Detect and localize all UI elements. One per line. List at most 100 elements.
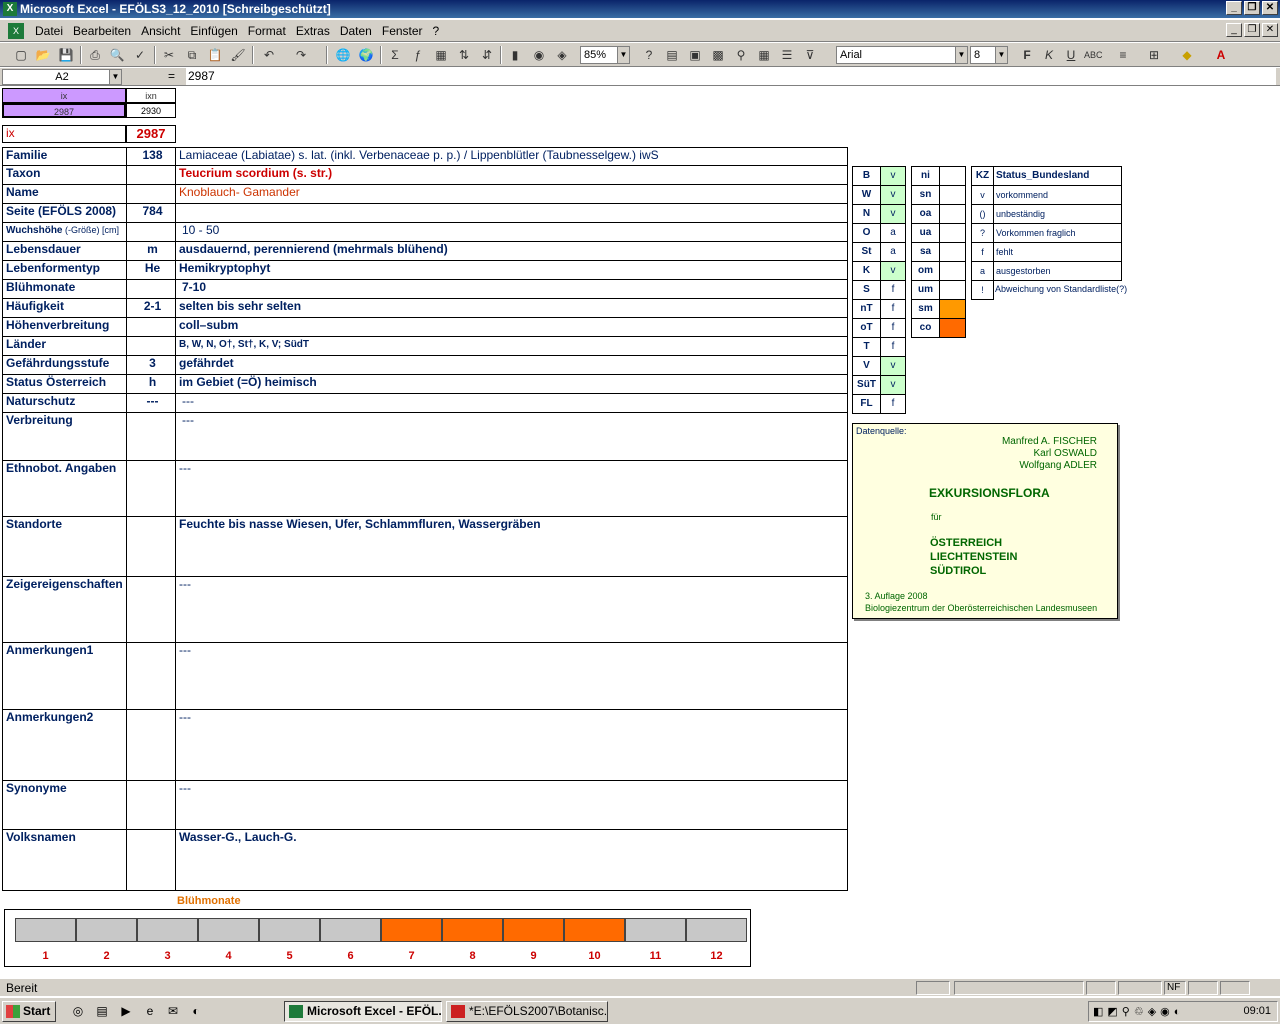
restore-button[interactable]: ❐ bbox=[1244, 1, 1260, 15]
underline-icon[interactable]: U bbox=[1062, 46, 1080, 64]
grid-icon[interactable]: ▦ bbox=[755, 46, 773, 64]
row-code[interactable]: 138 bbox=[126, 147, 176, 166]
paste-function-icon[interactable]: ▦ bbox=[432, 46, 450, 64]
row-value[interactable]: Lamiaceae (Labiatae) s. lat. (inkl. Verb… bbox=[175, 147, 848, 166]
row-value[interactable]: --- bbox=[175, 576, 848, 643]
open-icon[interactable]: 📂 bbox=[34, 46, 52, 64]
doc-minimize-button[interactable]: _ bbox=[1226, 23, 1242, 37]
ixn-value-cell[interactable]: 2930 bbox=[126, 103, 176, 118]
row-code[interactable] bbox=[126, 165, 176, 185]
state-value[interactable]: f bbox=[880, 394, 906, 414]
state-value[interactable]: f bbox=[880, 299, 906, 319]
row-label[interactable]: Wuchshöhe (-Größe) [cm] bbox=[2, 222, 127, 242]
redo-icon[interactable]: ↷ bbox=[292, 46, 310, 64]
row-code[interactable]: He bbox=[126, 260, 176, 280]
calendar-icon[interactable]: ▩ bbox=[709, 46, 727, 64]
row-label[interactable]: Name bbox=[2, 184, 127, 204]
doc-restore-button[interactable]: ❐ bbox=[1244, 23, 1260, 37]
row-value[interactable]: --- bbox=[175, 642, 848, 710]
undo-icon[interactable]: ↶ bbox=[260, 46, 278, 64]
ie-icon[interactable]: e bbox=[142, 1003, 158, 1019]
menu-5[interactable]: Extras bbox=[291, 24, 335, 38]
minimize-button[interactable]: _ bbox=[1226, 1, 1242, 15]
row-code[interactable] bbox=[126, 709, 176, 781]
row-value[interactable]: Hemikryptophyt bbox=[175, 260, 848, 280]
row-label[interactable]: Seite (EFÖLS 2008) bbox=[2, 203, 127, 223]
menu-3[interactable]: Einfügen bbox=[185, 24, 242, 38]
font-combo[interactable]: Arial ▼ bbox=[836, 46, 968, 64]
sort-ascending-icon[interactable]: ⇅ bbox=[455, 46, 473, 64]
zone-value[interactable] bbox=[939, 280, 966, 300]
save-icon[interactable]: 💾 bbox=[57, 46, 75, 64]
zone-value[interactable] bbox=[939, 318, 966, 338]
row-value[interactable]: --- bbox=[175, 709, 848, 781]
row-value[interactable]: --- bbox=[175, 460, 848, 517]
row-value[interactable]: gefährdet bbox=[175, 355, 848, 375]
row-label[interactable]: Häufigkeit bbox=[2, 298, 127, 318]
row-value[interactable]: Wasser-G., Lauch-G. bbox=[175, 829, 848, 891]
show-desktop-icon[interactable]: ◎ bbox=[70, 1003, 86, 1019]
row-label[interactable]: Blühmonate bbox=[2, 279, 127, 299]
row-label[interactable]: Anmerkungen2 bbox=[2, 709, 127, 781]
state-value[interactable]: a bbox=[880, 223, 906, 243]
zoom-combo[interactable]: 85% ▼ bbox=[580, 46, 630, 64]
row-code[interactable] bbox=[126, 184, 176, 204]
row-label[interactable]: Volksnamen bbox=[2, 829, 127, 891]
row-label[interactable]: Familie bbox=[2, 147, 127, 166]
firefox-icon[interactable]: ◐ bbox=[188, 1003, 204, 1019]
menu-4[interactable]: Format bbox=[243, 24, 291, 38]
tray-icons[interactable]: ◧◩⚲♲◈◉◐ bbox=[1093, 1005, 1184, 1018]
function-icon[interactable]: ƒ bbox=[409, 46, 427, 64]
zone-value[interactable] bbox=[939, 223, 966, 243]
state-value[interactable]: v bbox=[880, 261, 906, 281]
row-label[interactable]: Höhenverbreitung bbox=[2, 317, 127, 337]
row-value[interactable]: selten bis sehr selten bbox=[175, 298, 848, 318]
row-label[interactable]: Zeigereigenschaften bbox=[2, 576, 127, 643]
row-label[interactable]: Status Österreich bbox=[2, 374, 127, 394]
font-size-combo[interactable]: 8 ▼ bbox=[970, 46, 1008, 64]
row-label[interactable]: Verbreitung bbox=[2, 412, 127, 461]
borders-icon[interactable]: ⊞ bbox=[1145, 46, 1163, 64]
row-code[interactable]: --- bbox=[126, 393, 176, 413]
strikethrough-icon[interactable]: ABC bbox=[1084, 46, 1103, 64]
fill-color-icon[interactable]: ◆ bbox=[1178, 46, 1196, 64]
row-label[interactable]: Lebensdauer bbox=[2, 241, 127, 261]
row-value[interactable]: B, W, N, O†, St†, K, V; SüdT bbox=[175, 336, 848, 356]
row-code[interactable] bbox=[126, 222, 176, 242]
row-value[interactable]: 7-10 bbox=[175, 279, 848, 299]
find-icon[interactable]: ⚲ bbox=[732, 46, 750, 64]
print-preview-icon[interactable]: 🔍 bbox=[108, 46, 126, 64]
row-code[interactable]: 2-1 bbox=[126, 298, 176, 318]
row-value[interactable]: Feuchte bis nasse Wiesen, Ufer, Schlammf… bbox=[175, 516, 848, 577]
state-value[interactable]: v bbox=[880, 356, 906, 376]
state-value[interactable]: v bbox=[880, 185, 906, 205]
new-icon[interactable]: ▢ bbox=[12, 46, 30, 64]
ix-value-cell[interactable]: 2987 bbox=[2, 103, 126, 118]
row-value[interactable]: ausdauernd, perennierend (mehrmals blühe… bbox=[175, 241, 848, 261]
row-value[interactable]: im Gebiet (=Ö) heimisch bbox=[175, 374, 848, 394]
task-excel[interactable]: Microsoft Excel - EFÖL... bbox=[284, 1001, 442, 1022]
zone-value[interactable] bbox=[939, 166, 966, 186]
row-label[interactable]: Naturschutz bbox=[2, 393, 127, 413]
menu-7[interactable]: Fenster bbox=[377, 24, 428, 38]
row-label[interactable]: Ethnobot. Angaben bbox=[2, 460, 127, 517]
sort-descending-icon[interactable]: ⇵ bbox=[478, 46, 496, 64]
close-button[interactable]: ✕ bbox=[1262, 1, 1278, 15]
state-value[interactable]: v bbox=[880, 204, 906, 224]
row-code[interactable] bbox=[126, 279, 176, 299]
state-value[interactable]: f bbox=[880, 337, 906, 357]
print-icon[interactable]: ⎙ bbox=[86, 46, 104, 64]
row-label[interactable]: Gefährdungsstufe bbox=[2, 355, 127, 375]
row-value[interactable]: 10 - 50 bbox=[175, 222, 848, 242]
filter-icon[interactable]: ⊽ bbox=[801, 46, 819, 64]
outlook-icon[interactable]: ✉ bbox=[165, 1003, 181, 1019]
row-label[interactable]: Anmerkungen1 bbox=[2, 642, 127, 710]
menu-1[interactable]: Bearbeiten bbox=[68, 24, 136, 38]
state-value[interactable]: v bbox=[880, 375, 906, 395]
row-label[interactable]: Taxon bbox=[2, 165, 127, 185]
format-painter-icon[interactable]: 🖌 bbox=[229, 46, 247, 64]
start-button[interactable]: Start bbox=[2, 1001, 56, 1022]
row-code[interactable] bbox=[126, 336, 176, 356]
drawing-icon[interactable]: ◈ bbox=[553, 46, 571, 64]
calc-icon[interactable]: ▣ bbox=[686, 46, 704, 64]
